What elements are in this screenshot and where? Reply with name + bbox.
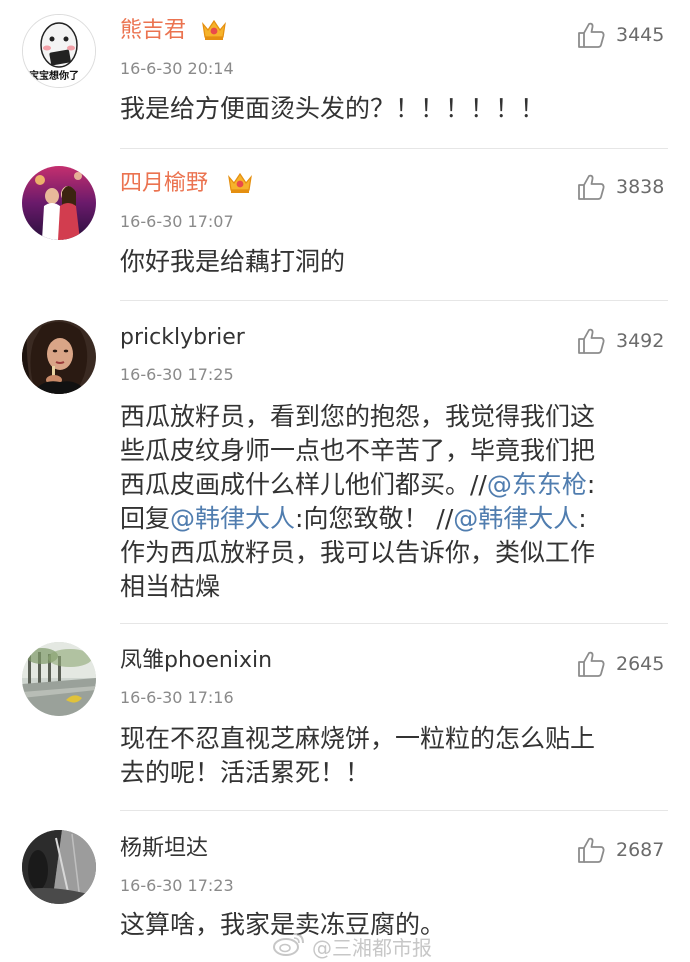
thumbs-up-icon <box>578 837 605 863</box>
comment-text-line: 我是给方便面烫头发的？！！！！！！ <box>120 94 546 123</box>
username[interactable]: 凤雏phoenixin <box>120 646 272 676</box>
like-button[interactable]: 2687 <box>576 835 672 865</box>
text-segment: 西瓜皮画成什么样儿他们都买。// <box>120 470 487 499</box>
thumbs-up-icon <box>578 174 605 200</box>
comment-timestamp: 16-6-30 17:16 <box>120 688 234 707</box>
text-segment: 回复 <box>120 504 171 533</box>
like-count: 2687 <box>616 839 665 861</box>
comment-text-line: 你好我是给藕打洞的 <box>120 247 346 276</box>
comment-timestamp: 16-6-30 17:25 <box>120 365 234 384</box>
mention-link[interactable]: @韩律大人 <box>453 504 578 533</box>
comment-text: 你好我是给藕打洞的 <box>120 245 672 279</box>
comment-text: 现在不忍直视芝麻烧饼，一粒粒的怎么贴上 去的呢！活活累死！！ <box>120 722 672 790</box>
comment-timestamp: 16-6-30 17:23 <box>120 876 234 895</box>
like-count: 3838 <box>616 176 665 198</box>
thumbs-up-icon <box>578 651 605 677</box>
avatar[interactable]: 宝宝想你了 <box>22 14 96 88</box>
avatar-photo <box>22 830 96 904</box>
like-button[interactable]: 3445 <box>576 20 672 50</box>
comment-text-line: 回复@韩律大人:向您致敬！ //@韩律大人: <box>120 502 672 536</box>
vip-crown-icon <box>228 172 252 193</box>
avatar-photo <box>22 166 96 240</box>
like-count: 3492 <box>616 330 665 352</box>
username[interactable]: 四月榆野 <box>120 169 208 199</box>
comment-feed: 宝宝想你了 熊吉君 16-6-30 20:14 3445 我是给方便面烫头发的？… <box>0 0 690 962</box>
text-segment: :向您致敬！ // <box>295 504 454 533</box>
like-button[interactable]: 3838 <box>576 172 672 202</box>
comment-text-line: 西瓜皮画成什么样儿他们都买。//@东东枪: <box>120 468 672 502</box>
comment-timestamp: 16-6-30 20:14 <box>120 59 234 78</box>
avatar[interactable] <box>22 642 96 716</box>
comment-item: 宝宝想你了 熊吉君 16-6-30 20:14 3445 我是给方便面烫头发的？… <box>0 0 690 148</box>
comment-text-line: 西瓜放籽员，看到您的抱怨，我觉得我们这 <box>120 402 596 431</box>
like-count: 2645 <box>616 653 665 675</box>
comment-text-line: 现在不忍直视芝麻烧饼，一粒粒的怎么贴上 <box>120 724 596 753</box>
mention-link[interactable]: @东东枪 <box>487 470 587 499</box>
comment-text-line: 些瓜皮纹身师一点也不辛苦了，毕竟我们把 <box>120 436 596 465</box>
thumbs-up-icon <box>578 328 605 354</box>
comment-text-line: 相当枯燥 <box>120 572 221 601</box>
comment-text-line: 作为西瓜放籽员，我可以告诉你，类似工作 <box>120 538 596 567</box>
avatar[interactable] <box>22 320 96 394</box>
username[interactable]: 杨斯坦达 <box>120 834 208 864</box>
avatar[interactable] <box>22 166 96 240</box>
like-button[interactable]: 3492 <box>576 326 672 356</box>
thumbs-up-icon <box>578 22 605 48</box>
vip-crown-icon <box>202 19 226 40</box>
avatar-photo <box>22 320 96 394</box>
like-count: 3445 <box>616 24 665 46</box>
comment-item: 凤雏phoenixin 16-6-30 17:16 2645 现在不忍直视芝麻烧… <box>0 624 690 810</box>
comment-item: pricklybrier 16-6-30 17:25 3492 西瓜放籽员，看到… <box>0 301 690 623</box>
watermark-text: @三湘都市报 <box>312 936 432 960</box>
comment-text-line: 去的呢！活活累死！！ <box>120 758 371 787</box>
text-segment: : <box>578 504 587 533</box>
weibo-logo-icon <box>273 933 304 956</box>
username[interactable]: pricklybrier <box>120 323 245 353</box>
comment-item: 四月榆野 16-6-30 17:07 3838 你好我是给藕打洞的 <box>0 149 690 301</box>
comment-text: 西瓜放籽员，看到您的抱怨，我觉得我们这 些瓜皮纹身师一点也不辛苦了，毕竟我们把 … <box>120 400 672 604</box>
username[interactable]: 熊吉君 <box>120 16 186 46</box>
avatar[interactable] <box>22 830 96 904</box>
comment-text: 我是给方便面烫头发的？！！！！！！ <box>120 92 672 126</box>
comment-timestamp: 16-6-30 17:07 <box>120 212 234 231</box>
avatar-photo <box>22 642 96 716</box>
text-segment: : <box>586 470 596 499</box>
mention-link[interactable]: @韩律大人 <box>170 504 295 533</box>
avatar-caption: 宝宝想你了 <box>29 71 79 82</box>
like-button[interactable]: 2645 <box>576 649 672 679</box>
